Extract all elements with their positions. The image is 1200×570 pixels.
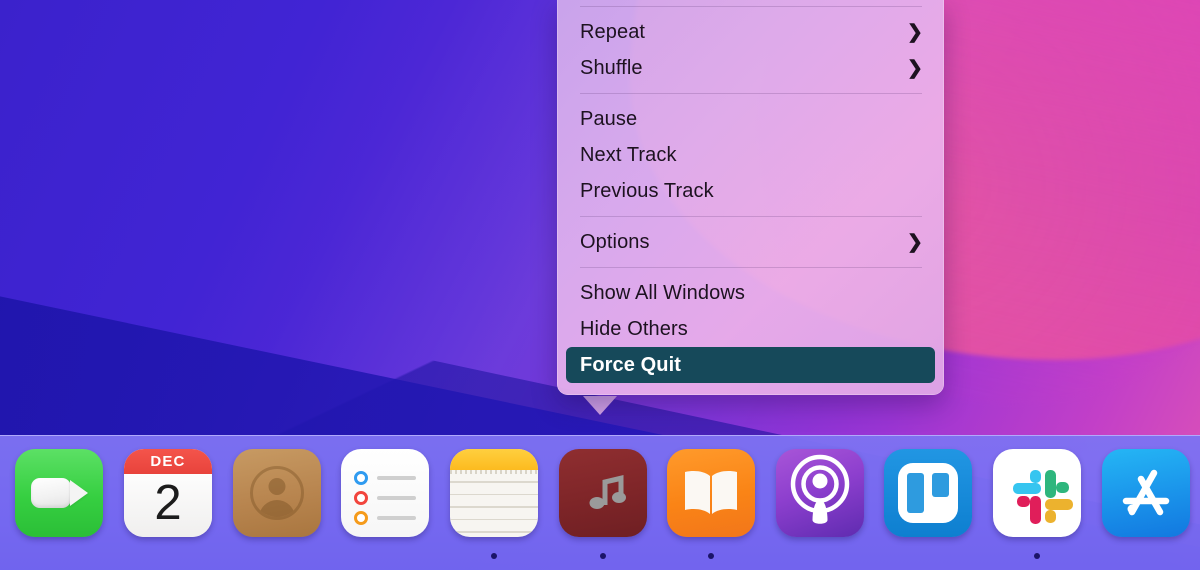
dock-item-list: DEC 2 <box>0 449 1200 559</box>
menu-item-label: Shuffle <box>580 56 643 79</box>
dock-item-facetime[interactable] <box>5 449 114 537</box>
app-store-icon <box>1101 449 1190 537</box>
reminders-row <box>354 511 417 525</box>
music-dock-context-menu[interactable]: Repeat ❯ Shuffle ❯ Pause Next Track Previous T… <box>557 0 944 395</box>
reminders-text-line <box>377 476 417 480</box>
reminders-text-line <box>377 496 417 500</box>
dock-item-podcasts[interactable] <box>765 449 874 537</box>
notes-icon <box>449 449 538 537</box>
notes-rule-line <box>449 493 538 495</box>
menu-item-force-quit[interactable]: Force Quit <box>566 347 935 383</box>
notes-rule-line <box>449 506 538 508</box>
menu-item-next-track[interactable]: Next Track <box>566 137 935 173</box>
notes-rule-line <box>449 518 538 520</box>
podcasts-icon <box>775 449 864 537</box>
slack-petal-blue-bar <box>1013 483 1042 494</box>
dock-item-music[interactable] <box>548 449 657 559</box>
menu-item-label: Previous Track <box>580 179 714 202</box>
menu-item-pause[interactable]: Pause <box>566 101 935 137</box>
menu-item-previous-track[interactable]: Previous Track <box>566 173 935 209</box>
menu-separator <box>580 267 922 268</box>
trello-icon <box>884 449 973 537</box>
facetime-camera-body <box>31 478 72 508</box>
dock-item-slack[interactable] <box>983 449 1092 559</box>
chevron-right-icon: ❯ <box>906 57 923 79</box>
open-book-glyph <box>685 471 738 514</box>
menu-item-label: Options <box>580 230 650 253</box>
slack-icon <box>993 449 1082 537</box>
calendar-icon: DEC 2 <box>123 449 212 537</box>
menu-item-label: Pause <box>580 107 638 130</box>
menu-item-label: Hide Others <box>580 317 688 340</box>
menu-item-hide-others[interactable]: Hide Others <box>566 311 935 347</box>
menu-separator <box>580 93 922 94</box>
notes-body <box>449 474 538 533</box>
notes-rule-line <box>449 481 538 483</box>
slack-petal-red-bar <box>1030 496 1042 524</box>
dock-item-app-store[interactable] <box>1091 449 1200 537</box>
notes-rule-line <box>449 531 538 533</box>
music-note-glyph <box>589 475 626 509</box>
reminders-bullet-icon <box>354 511 369 525</box>
macos-dock[interactable]: DEC 2 <box>0 435 1200 570</box>
dock-item-trello[interactable] <box>874 449 983 537</box>
running-indicator-dot <box>599 553 606 559</box>
menu-separator <box>580 6 922 7</box>
menu-item-repeat[interactable]: Repeat ❯ <box>566 14 935 50</box>
contacts-icon <box>232 449 321 537</box>
chevron-right-icon: ❯ <box>906 231 923 253</box>
reminders-row <box>354 471 417 485</box>
dock-item-contacts[interactable] <box>222 449 331 537</box>
calendar-day: 2 <box>123 474 212 537</box>
reminders-text-line <box>377 516 417 520</box>
music-icon <box>558 449 647 537</box>
contacts-avatar-body <box>258 500 295 517</box>
desktop: Repeat ❯ Shuffle ❯ Pause Next Track Previous T… <box>0 0 1200 570</box>
app-store-glyph <box>1122 469 1169 516</box>
menu-item-label: Show All Windows <box>580 281 745 304</box>
books-icon <box>667 449 756 537</box>
slack-petal-green-stub <box>1056 482 1070 493</box>
running-indicator-dot <box>708 553 715 559</box>
reminders-bullet-icon <box>354 471 369 485</box>
menu-item-show-all-windows[interactable]: Show All Windows <box>566 275 935 311</box>
dock-item-reminders[interactable] <box>331 449 440 537</box>
slack-petal-red-stub <box>1017 496 1031 507</box>
dock-item-calendar[interactable]: DEC 2 <box>114 449 223 537</box>
dock-item-books[interactable] <box>657 449 766 559</box>
menu-item-options[interactable]: Options ❯ <box>566 224 935 260</box>
facetime-camera-lens <box>70 480 89 506</box>
facetime-icon <box>15 449 104 537</box>
reminders-row <box>354 491 417 505</box>
calendar-month: DEC <box>123 449 212 474</box>
podcasts-glyph <box>790 454 850 524</box>
running-indicator-dot <box>1034 553 1041 559</box>
trello-list-left <box>907 473 925 513</box>
running-indicator-dot <box>490 553 497 559</box>
reminders-icon <box>341 449 430 537</box>
contacts-avatar-head <box>268 478 286 495</box>
chevron-right-icon: ❯ <box>906 21 923 43</box>
slack-petal-blue-stub <box>1030 470 1042 483</box>
contacts-avatar-ring <box>249 466 304 520</box>
menu-item-label: Next Track <box>580 143 677 166</box>
menu-item-label: Repeat <box>580 20 646 43</box>
trello-list-right <box>932 473 950 497</box>
slack-petal-green-bar <box>1045 470 1057 498</box>
dock-item-notes[interactable] <box>440 449 549 559</box>
menu-item-label: Force Quit <box>580 353 682 376</box>
slack-petal-yellow-bar <box>1045 499 1074 510</box>
reminders-bullet-icon <box>354 491 369 505</box>
notes-header-strip <box>449 449 538 470</box>
slack-petal-yellow-stub <box>1045 510 1057 523</box>
menu-separator <box>580 216 922 217</box>
menu-item-shuffle[interactable]: Shuffle ❯ <box>566 50 935 86</box>
